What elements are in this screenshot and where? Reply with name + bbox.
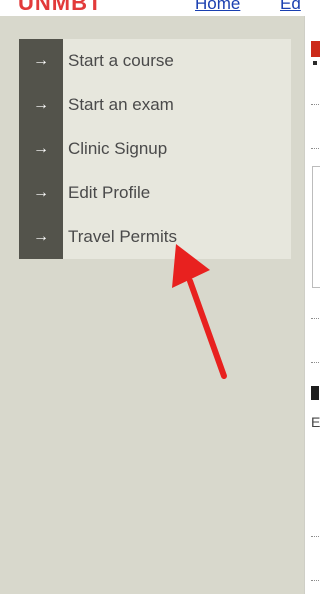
- page: UNMBT Home Ed → Start a course → Start a…: [0, 0, 320, 594]
- menu-item-start-course[interactable]: → Start a course: [19, 39, 291, 83]
- nav-link-2[interactable]: Ed: [280, 0, 301, 14]
- menu-item-label: Start a course: [68, 51, 174, 70]
- divider: [311, 104, 320, 105]
- site-header: UNMBT Home Ed: [0, 0, 320, 16]
- arrow-right-icon: →: [33, 228, 49, 245]
- menu-item-travel-permits[interactable]: → Travel Permits: [19, 215, 291, 259]
- divider: [311, 318, 320, 319]
- menu-item-edit-profile[interactable]: → Edit Profile: [19, 171, 291, 215]
- menu-item-label: Clinic Signup: [68, 139, 168, 158]
- divider: [311, 580, 320, 581]
- divider: [311, 148, 320, 149]
- arrow-right-icon: →: [33, 96, 49, 113]
- menu-item-label: Start an exam: [68, 95, 174, 114]
- menu-item-label: Travel Permits: [68, 227, 177, 246]
- bullet: [313, 61, 317, 65]
- arrow-right-icon: →: [33, 184, 49, 201]
- menu-item-start-exam[interactable]: → Start an exam: [19, 83, 291, 127]
- sidebar: → Start a course → Start an exam → Clini…: [0, 16, 304, 594]
- section-heading: [311, 386, 319, 400]
- content-box: [312, 166, 320, 288]
- content-heading: [311, 41, 320, 57]
- menu-item-clinic-signup[interactable]: → Clinic Signup: [19, 127, 291, 171]
- content-text: E: [311, 414, 320, 430]
- arrow-right-icon: →: [33, 140, 49, 157]
- arrow-right-icon: →: [33, 52, 49, 69]
- divider: [311, 362, 320, 363]
- nav-link-home[interactable]: Home: [195, 0, 240, 14]
- divider: [311, 536, 320, 537]
- menu-item-label: Edit Profile: [68, 183, 151, 202]
- site-logo: UNMBT: [18, 0, 103, 15]
- main-content: E: [304, 16, 320, 594]
- sidebar-menu: → Start a course → Start an exam → Clini…: [19, 39, 291, 259]
